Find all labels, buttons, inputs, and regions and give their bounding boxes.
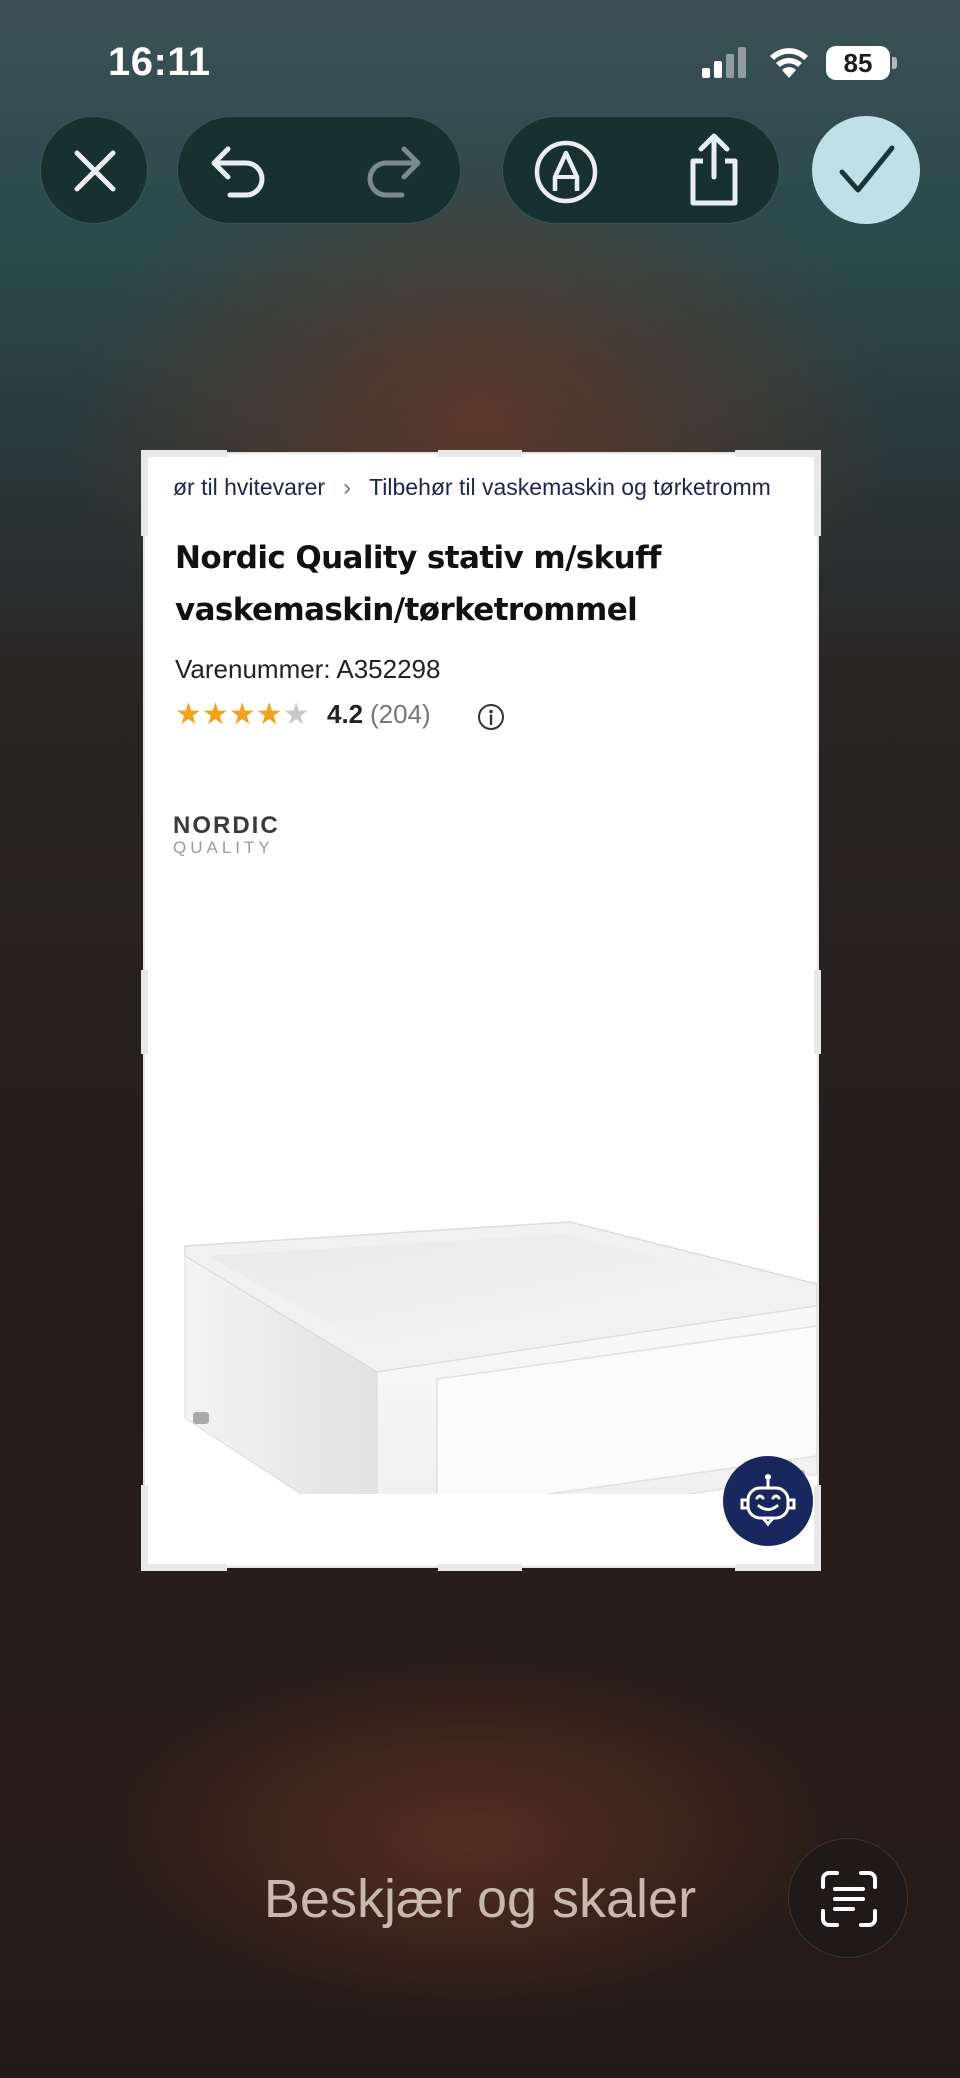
crop-handle-bottom-right[interactable] — [814, 1485, 821, 1571]
undo-button[interactable] — [208, 141, 270, 201]
clock: 16:11 — [108, 40, 211, 84]
crop-handle-top-left[interactable] — [141, 450, 148, 536]
redo-button[interactable] — [362, 141, 424, 201]
done-button[interactable] — [812, 116, 920, 224]
crop-handle-bottom-right[interactable] — [735, 1564, 821, 1571]
signal-icon — [700, 46, 750, 80]
live-text-icon — [821, 1871, 877, 1927]
close-button[interactable] — [40, 116, 148, 224]
live-text-button[interactable] — [788, 1838, 908, 1958]
close-icon — [71, 147, 119, 195]
markup-share-group — [502, 116, 780, 224]
redo-icon — [367, 146, 421, 198]
crop-handle-right[interactable] — [814, 970, 821, 1054]
crop-handle-top-right[interactable] — [814, 450, 821, 536]
checkmark-icon — [836, 142, 898, 198]
crop-handle-bottom-left[interactable] — [141, 1564, 227, 1571]
wifi-icon — [767, 44, 811, 80]
crop-handle-top-right[interactable] — [735, 450, 821, 457]
undo-redo-group — [177, 116, 461, 224]
markup-pen-icon — [534, 140, 598, 204]
crop-handle-top[interactable] — [438, 450, 522, 457]
crop-handle-top-left[interactable] — [141, 450, 227, 457]
crop-handle-bottom[interactable] — [438, 1564, 522, 1571]
crop-handle-left[interactable] — [141, 970, 148, 1054]
crop-frame[interactable] — [143, 452, 819, 1568]
markup-button[interactable] — [533, 139, 599, 205]
battery-level: 85 — [843, 48, 873, 78]
status-bar: 16:11 85 — [0, 0, 960, 110]
share-button[interactable] — [683, 131, 745, 211]
undo-icon — [211, 146, 265, 198]
share-icon — [690, 133, 738, 206]
crop-handle-bottom-left[interactable] — [141, 1485, 148, 1571]
battery-icon: 85 — [826, 46, 897, 80]
